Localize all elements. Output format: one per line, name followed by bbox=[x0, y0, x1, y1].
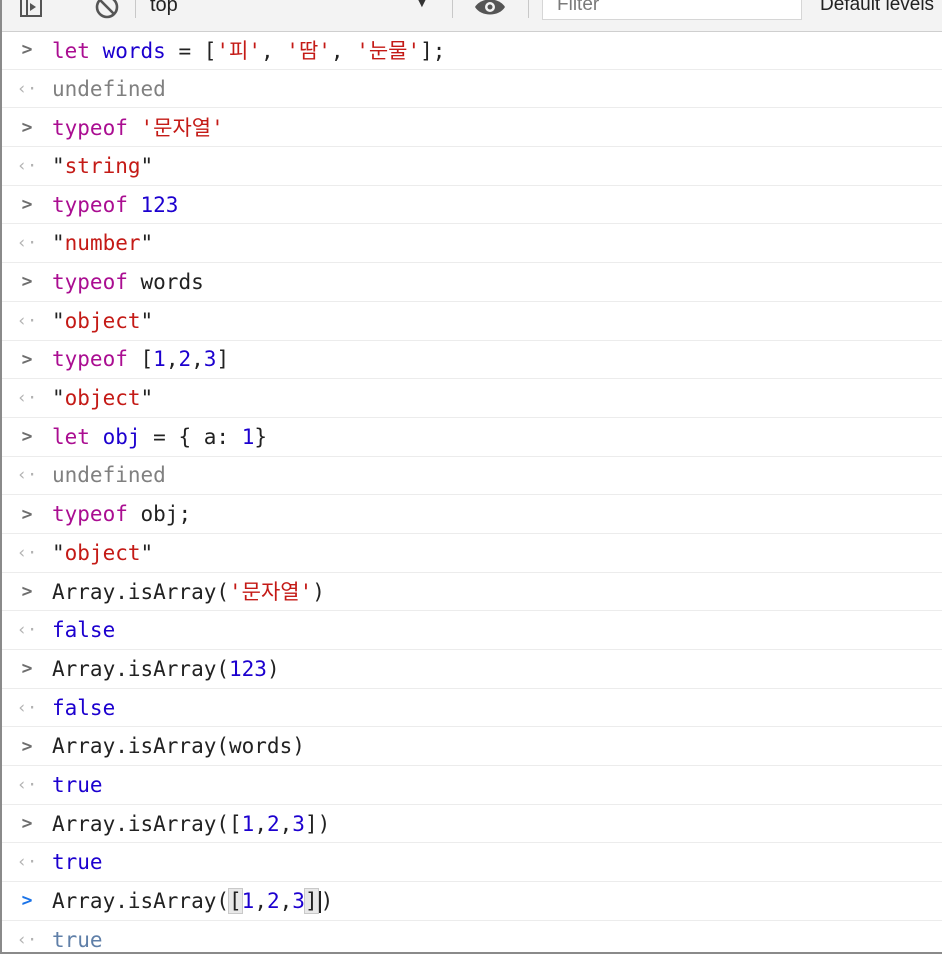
context-label: top bbox=[150, 0, 178, 16]
matching-bracket: [ bbox=[228, 887, 243, 914]
console-result-row: ‹· "string" bbox=[2, 147, 942, 186]
result-value: undefined bbox=[52, 463, 166, 488]
result-value: false bbox=[52, 695, 116, 720]
prompt-chevron-icon: > bbox=[21, 348, 33, 370]
prompt-chevron-icon: > bbox=[21, 426, 33, 448]
input-code: let words = ['피', '땀', '눈물']; bbox=[52, 38, 446, 63]
console-input-row: > typeof '문자열' bbox=[2, 108, 942, 148]
console-input-row: > typeof obj; bbox=[2, 495, 942, 534]
result-value: undefined bbox=[52, 76, 166, 101]
prompt-chevron-icon: > bbox=[21, 735, 33, 757]
console-result-row: ‹· "object" bbox=[2, 302, 942, 341]
input-code: typeof 123 bbox=[52, 192, 179, 217]
console-toolbar: top ▼ Filter Default levels bbox=[2, 0, 942, 32]
result-arrow-icon: ‹· bbox=[16, 542, 38, 563]
prompt-chevron-icon: > bbox=[21, 116, 33, 138]
matching-bracket: ] bbox=[303, 887, 319, 914]
result-arrow-icon: ‹· bbox=[16, 78, 38, 99]
toolbar-separator bbox=[528, 0, 529, 18]
prompt-chevron-icon: > bbox=[21, 890, 33, 912]
live-expression-button[interactable] bbox=[472, 0, 508, 20]
console-result-row: ‹· false bbox=[2, 611, 942, 650]
eye-icon bbox=[475, 0, 505, 15]
input-code: Array.isArray(123) bbox=[52, 656, 280, 681]
result-arrow-icon: ‹· bbox=[16, 620, 38, 641]
input-code: let obj = { a: 1} bbox=[52, 424, 267, 449]
prompt-chevron-icon: > bbox=[21, 503, 33, 525]
prompt-chevron-icon: > bbox=[21, 658, 33, 680]
input-code: Array.isArray('문자열') bbox=[52, 580, 325, 605]
result-value: "string" bbox=[52, 153, 154, 178]
result-value: true bbox=[52, 850, 103, 875]
dropdown-arrow-icon[interactable]: ▼ bbox=[414, 0, 430, 12]
console-prompt-row[interactable]: > Array.isArray([1,2,3]) bbox=[2, 882, 942, 921]
block-icon bbox=[95, 0, 119, 19]
result-arrow-icon: ‹· bbox=[16, 155, 38, 176]
result-value: "number" bbox=[52, 231, 154, 256]
devtools-console: top ▼ Filter Default levels > let words … bbox=[0, 0, 942, 954]
console-messages: > let words = ['피', '땀', '눈물']; ‹· undef… bbox=[2, 31, 942, 953]
prompt-chevron-icon: > bbox=[21, 39, 33, 61]
log-levels-dropdown[interactable]: Default levels bbox=[820, 0, 934, 18]
result-value: "object" bbox=[52, 308, 154, 333]
result-arrow-icon: ‹· bbox=[16, 930, 38, 951]
result-arrow-icon: ‹· bbox=[16, 310, 38, 331]
show-sidebar-button[interactable] bbox=[16, 0, 46, 20]
clear-console-button[interactable] bbox=[92, 0, 122, 20]
result-arrow-icon: ‹· bbox=[16, 388, 38, 409]
console-input-row: > Array.isArray(123) bbox=[2, 650, 942, 689]
input-code: typeof [1,2,3] bbox=[52, 347, 230, 372]
result-value: "object" bbox=[52, 540, 154, 565]
result-arrow-icon: ‹· bbox=[16, 233, 38, 254]
console-result-row: ‹· "object" bbox=[2, 534, 942, 573]
console-result-row: ‹· "object" bbox=[2, 379, 942, 418]
prompt-chevron-icon: > bbox=[21, 271, 33, 293]
prompt-input[interactable]: Array.isArray([1,2,3]) bbox=[52, 887, 333, 914]
console-result-row: ‹· true bbox=[2, 766, 942, 805]
result-arrow-icon: ‹· bbox=[16, 697, 38, 718]
prompt-chevron-icon: > bbox=[21, 194, 33, 216]
console-input-row: > let words = ['피', '땀', '눈물']; bbox=[2, 31, 942, 70]
console-input-row: > Array.isArray('문자열') bbox=[2, 573, 942, 612]
result-value: true bbox=[52, 772, 103, 797]
result-arrow-icon: ‹· bbox=[16, 465, 38, 486]
result-arrow-icon: ‹· bbox=[16, 852, 38, 873]
prompt-chevron-icon: > bbox=[21, 813, 33, 835]
sidebar-toggle-icon bbox=[20, 0, 42, 17]
log-levels-label: Default levels bbox=[820, 0, 935, 15]
input-code: Array.isArray([1,2,3]) bbox=[52, 811, 331, 836]
filter-placeholder: Filter bbox=[557, 0, 600, 15]
toolbar-separator bbox=[135, 0, 136, 18]
console-input-row: > let obj = { a: 1} bbox=[2, 418, 942, 457]
console-input-row: > Array.isArray([1,2,3]) bbox=[2, 805, 942, 844]
console-result-row: ‹· false bbox=[2, 689, 942, 728]
filter-input[interactable]: Filter bbox=[542, 0, 802, 20]
console-input-row: > typeof words bbox=[2, 263, 942, 302]
prompt-chevron-icon: > bbox=[21, 580, 33, 602]
result-value: false bbox=[52, 618, 116, 643]
result-value: "object" bbox=[52, 386, 154, 411]
console-result-row: ‹· undefined bbox=[2, 457, 942, 496]
input-code: Array.isArray(words) bbox=[52, 734, 305, 759]
result-arrow-icon: ‹· bbox=[16, 774, 38, 795]
input-code: typeof obj; bbox=[52, 502, 192, 527]
console-result-row: ‹· "number" bbox=[2, 224, 942, 264]
eager-result-value: true bbox=[52, 928, 103, 953]
console-result-row: ‹· undefined bbox=[2, 70, 942, 109]
console-input-row: > typeof [1,2,3] bbox=[2, 341, 942, 380]
eager-evaluation-row: ‹· true bbox=[2, 921, 942, 953]
toolbar-separator bbox=[452, 0, 453, 18]
console-result-row: ‹· true bbox=[2, 843, 942, 883]
input-code: typeof '문자열' bbox=[52, 116, 224, 141]
context-selector[interactable]: top bbox=[150, 0, 440, 18]
console-input-row: > Array.isArray(words) bbox=[2, 727, 942, 767]
console-input-row: > typeof 123 bbox=[2, 186, 942, 225]
input-code: typeof words bbox=[52, 269, 204, 294]
